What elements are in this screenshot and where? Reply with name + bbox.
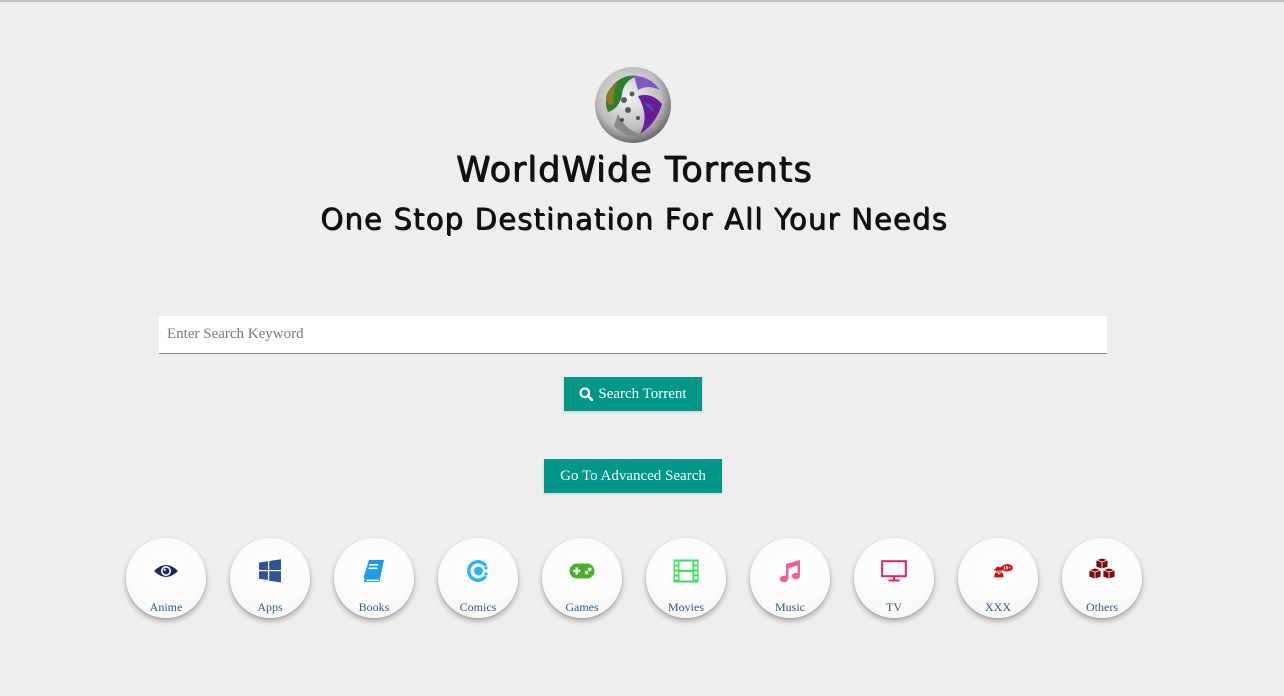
category-label: Music [775, 600, 805, 614]
adult-badge-text: 18+ [1003, 566, 1012, 572]
search-input[interactable] [159, 316, 1107, 354]
category-apps[interactable]: Apps [230, 538, 310, 618]
category-label: Books [358, 600, 390, 614]
category-others[interactable]: Others [1062, 538, 1142, 618]
category-books[interactable]: Books [334, 538, 414, 618]
category-label: Comics [459, 600, 497, 614]
search-button-label: Search Torrent [598, 385, 687, 402]
search-torrent-button[interactable]: Search Torrent [564, 377, 702, 411]
top-border [0, 0, 1284, 2]
category-movies[interactable]: Movies [646, 538, 726, 618]
category-comics[interactable]: Comics [438, 538, 518, 618]
category-label: Anime [149, 600, 183, 614]
search-icon [579, 387, 594, 401]
eye-icon [151, 558, 181, 584]
site-logo[interactable] [594, 66, 672, 144]
windows-icon [255, 558, 285, 584]
tv-icon [879, 558, 909, 584]
category-label: XXX [985, 600, 1011, 614]
cubes-icon [1087, 558, 1117, 584]
comics-icon [463, 558, 493, 584]
category-anime[interactable]: Anime [126, 538, 206, 618]
gamepad-icon [567, 558, 597, 584]
film-icon [671, 558, 701, 584]
site-title: WorldWide Torrents [455, 150, 813, 190]
book-icon [359, 558, 389, 584]
category-xxx[interactable]: 18+ XXX [958, 538, 1038, 618]
category-list: Anime Apps Books Comics Games Movies Mus… [126, 538, 1146, 618]
advanced-search-button[interactable]: Go To Advanced Search [544, 459, 722, 493]
category-games[interactable]: Games [542, 538, 622, 618]
category-label: Apps [257, 600, 283, 614]
category-label: Games [565, 600, 599, 614]
category-label: TV [886, 600, 902, 614]
category-label: Movies [668, 600, 704, 614]
category-label: Others [1086, 600, 1118, 614]
category-tv[interactable]: TV [854, 538, 934, 618]
site-tagline: One Stop Destination For All Your Needs [320, 202, 948, 236]
music-icon [775, 558, 805, 584]
adult-18-icon: 18+ [983, 558, 1013, 584]
category-music[interactable]: Music [750, 538, 830, 618]
